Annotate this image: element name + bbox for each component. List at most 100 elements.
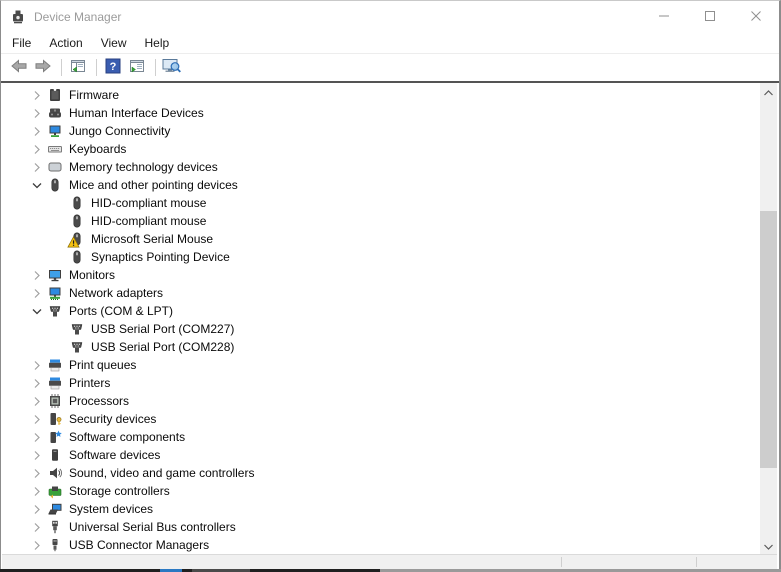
chevron-down-icon <box>764 539 773 553</box>
scrollbar-thumb[interactable] <box>760 211 777 468</box>
scan-hardware-changes-button[interactable] <box>161 56 183 80</box>
export-list-button[interactable] <box>126 56 148 80</box>
back-arrow-icon <box>10 58 28 77</box>
speaker-icon <box>47 465 63 481</box>
tree-item-usb-serial-port-com227[interactable]: USB Serial Port (COM227) <box>2 320 759 338</box>
chevron-right-icon[interactable] <box>27 483 47 499</box>
window-controls <box>641 1 779 32</box>
tree-item-jungo-connectivity[interactable]: Jungo Connectivity <box>2 122 759 140</box>
network-computer-icon <box>47 123 63 139</box>
tree-item-synaptics-pointing-device[interactable]: Synaptics Pointing Device <box>2 248 759 266</box>
chevron-right-icon[interactable] <box>27 393 47 409</box>
tree-item-keyboards[interactable]: Keyboards <box>2 140 759 158</box>
tree-item-monitors[interactable]: Monitors <box>2 266 759 284</box>
chevron-right-icon[interactable] <box>27 465 47 481</box>
mouse-icon <box>69 195 85 211</box>
system-device-icon <box>47 501 63 517</box>
storage-controller-icon <box>47 483 63 499</box>
maximize-icon <box>705 10 715 24</box>
menu-file[interactable]: File <box>3 34 40 52</box>
tree-item-firmware[interactable]: Firmware <box>2 86 759 104</box>
tree-item-storage-controllers[interactable]: Storage controllers <box>2 482 759 500</box>
scan-icon <box>162 58 182 77</box>
usb-icon <box>47 519 63 535</box>
software-device-icon <box>47 447 63 463</box>
help-icon: ? <box>105 58 121 77</box>
tree-item-ports-com-lpt[interactable]: Ports (COM & LPT) <box>2 302 759 320</box>
device-manager-icon <box>10 9 26 25</box>
tree-item-print-queues[interactable]: Print queues <box>2 356 759 374</box>
status-bar <box>2 554 777 569</box>
close-icon <box>751 10 761 24</box>
chevron-down-icon[interactable] <box>27 303 47 319</box>
tree-item-usb-serial-port-com228[interactable]: USB Serial Port (COM228) <box>2 338 759 356</box>
chevron-right-icon[interactable] <box>27 285 47 301</box>
menu-view[interactable]: View <box>92 34 136 52</box>
chevron-down-icon[interactable] <box>27 177 47 193</box>
forward-button[interactable] <box>32 56 54 80</box>
title-bar: Device Manager <box>1 1 779 32</box>
tree-item-network-adapters[interactable]: Network adapters <box>2 284 759 302</box>
tree-item-human-interface-devices[interactable]: Human Interface Devices <box>2 104 759 122</box>
show-console-tree-button[interactable] <box>67 56 89 80</box>
tree-item-software-components[interactable]: Software components <box>2 428 759 446</box>
back-button[interactable] <box>8 56 30 80</box>
tree-item-system-devices[interactable]: System devices <box>2 500 759 518</box>
chevron-right-icon[interactable] <box>27 141 47 157</box>
tree-item-software-devices[interactable]: Software devices <box>2 446 759 464</box>
chevron-right-icon[interactable] <box>27 159 47 175</box>
tree-item-mice-and-other-pointing-devices[interactable]: Mice and other pointing devices <box>2 176 759 194</box>
tree-item-security-devices[interactable]: Security devices <box>2 410 759 428</box>
minimize-button[interactable] <box>641 1 687 32</box>
tree-indent <box>49 231 69 247</box>
mouse-icon <box>69 213 85 229</box>
memory-card-icon <box>47 159 63 175</box>
chevron-right-icon[interactable] <box>27 105 47 121</box>
svg-text:?: ? <box>110 61 117 73</box>
statusbar-divider <box>696 557 697 567</box>
tree-indent <box>49 195 69 211</box>
chevron-right-icon[interactable] <box>27 537 47 553</box>
serial-port-icon <box>69 339 85 355</box>
close-button[interactable] <box>733 1 779 32</box>
chevron-right-icon[interactable] <box>27 411 47 427</box>
tree-item-usb-connector-managers[interactable]: USB Connector Managers <box>2 536 759 554</box>
maximize-button[interactable] <box>687 1 733 32</box>
menu-action[interactable]: Action <box>40 34 91 52</box>
menu-help[interactable]: Help <box>136 34 179 52</box>
chevron-right-icon[interactable] <box>27 501 47 517</box>
statusbar-divider <box>561 557 562 567</box>
printer-icon <box>47 357 63 373</box>
chevron-right-icon[interactable] <box>27 447 47 463</box>
chevron-right-icon[interactable] <box>27 375 47 391</box>
mouse-icon <box>47 177 63 193</box>
toolbar-separator <box>61 59 62 76</box>
tree-item-sound-video-and-game-controllers[interactable]: Sound, video and game controllers <box>2 464 759 482</box>
vertical-scrollbar[interactable] <box>760 83 777 554</box>
tree-item-hid-compliant-mouse[interactable]: HID-compliant mouse <box>2 194 759 212</box>
chevron-right-icon[interactable] <box>27 87 47 103</box>
scroll-down-button[interactable] <box>760 537 777 554</box>
network-adapter-icon <box>47 285 63 301</box>
chevron-right-icon[interactable] <box>27 357 47 373</box>
chevron-right-icon[interactable] <box>27 267 47 283</box>
chevron-right-icon[interactable] <box>27 123 47 139</box>
mouse-icon <box>69 231 85 247</box>
chevron-right-icon[interactable] <box>27 429 47 445</box>
minimize-icon <box>659 10 669 24</box>
tree-item-microsoft-serial-mouse[interactable]: Microsoft Serial Mouse <box>2 230 759 248</box>
processor-icon <box>47 393 63 409</box>
tree-item-hid-compliant-mouse[interactable]: HID-compliant mouse <box>2 212 759 230</box>
serial-port-icon <box>69 321 85 337</box>
tree-item-processors[interactable]: Processors <box>2 392 759 410</box>
tree-item-universal-serial-bus-controllers[interactable]: Universal Serial Bus controllers <box>2 518 759 536</box>
chevron-up-icon <box>764 85 773 99</box>
tree-indent <box>49 249 69 265</box>
keyboard-icon <box>47 141 63 157</box>
tree-item-printers[interactable]: Printers <box>2 374 759 392</box>
help-button[interactable]: ? <box>102 56 124 80</box>
tree-indent <box>49 339 69 355</box>
chevron-right-icon[interactable] <box>27 519 47 535</box>
tree-item-memory-technology-devices[interactable]: Memory technology devices <box>2 158 759 176</box>
scroll-up-button[interactable] <box>760 83 777 100</box>
